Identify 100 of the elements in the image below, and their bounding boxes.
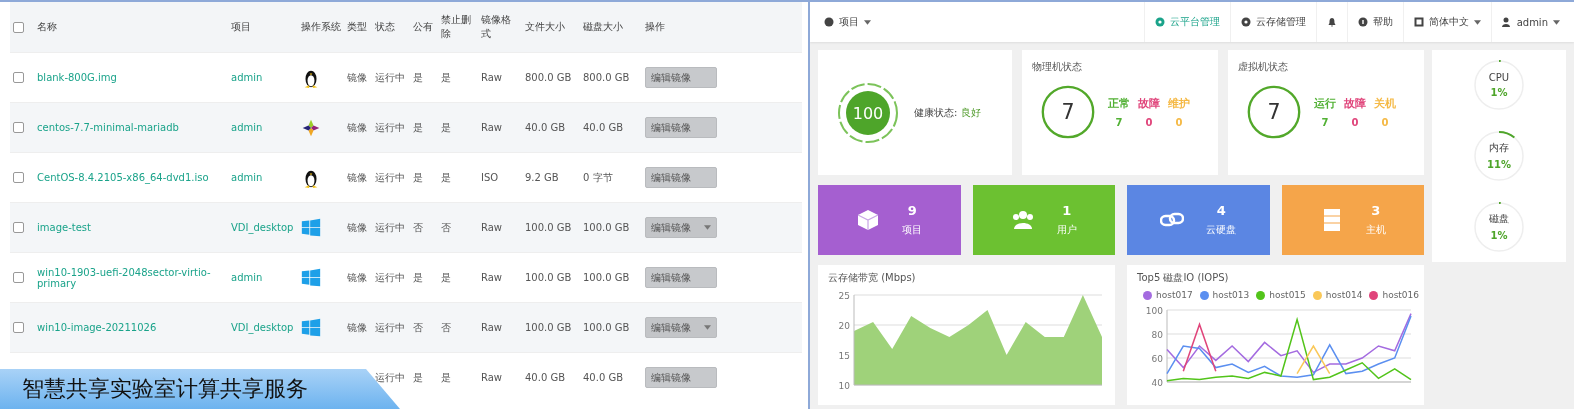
- table-cell: 镜像: [347, 71, 367, 83]
- table-cell: 9.2 GB: [525, 172, 559, 183]
- table-cell: Raw: [481, 122, 503, 133]
- nav-link[interactable]: 云平台管理: [1143, 2, 1230, 42]
- table-cell: 运行中: [375, 121, 405, 133]
- checkbox[interactable]: [13, 21, 24, 33]
- project-link[interactable]: VDI_desktop: [231, 322, 294, 333]
- table-cell: 否: [413, 221, 423, 233]
- summary-tile[interactable]: 3 主机: [1281, 185, 1424, 255]
- summary-tile[interactable]: 1 用户: [972, 185, 1115, 255]
- caret-icon: [1553, 19, 1560, 25]
- project-menu[interactable]: 项目: [814, 2, 881, 42]
- help-link[interactable]: 帮助: [1346, 2, 1403, 42]
- table-cell: 100.0 GB: [583, 272, 630, 283]
- column-header: 操作: [645, 21, 665, 32]
- axis-tick-label: 40: [1151, 377, 1163, 386]
- project-link[interactable]: admin: [231, 272, 263, 283]
- table-cell: Raw: [481, 322, 503, 333]
- image-name-link[interactable]: blank-800G.img: [37, 72, 225, 83]
- legend-label: host017: [1156, 290, 1193, 300]
- stat-label: 故障: [1344, 96, 1366, 111]
- table-cell: 镜像: [347, 171, 367, 183]
- checkbox[interactable]: [13, 172, 24, 184]
- image-name-link[interactable]: win10-1903-uefi-2048sector-virtio-primary: [37, 266, 225, 289]
- table-cell: 是: [413, 371, 423, 383]
- table-cell: 40.0 GB: [525, 122, 566, 133]
- caret-icon: [704, 325, 711, 330]
- column-header: 镜像格式: [481, 14, 511, 39]
- checkbox[interactable]: [13, 272, 24, 284]
- legend-label: host014: [1325, 290, 1363, 300]
- nav-link[interactable]: 云存储管理: [1229, 2, 1316, 42]
- axis-tick-label: 20: [838, 320, 850, 331]
- table-cell: 40.0 GB: [583, 372, 624, 383]
- help-icon: [1357, 17, 1368, 27]
- table-cell: 否: [441, 321, 451, 333]
- table-cell: 100.0 GB: [583, 222, 630, 233]
- caption-text: 智慧共享实验室计算共享服务: [22, 375, 308, 403]
- column-header: 名称: [37, 21, 57, 32]
- health-status: 健康状态: 良好: [914, 105, 981, 120]
- table-cell: 镜像: [347, 321, 367, 333]
- edit-image-button[interactable]: 编辑镜像: [645, 67, 717, 88]
- windows-icon: [301, 216, 321, 239]
- tile-label: 主机: [1365, 223, 1386, 237]
- axis-tick-label: 80: [1151, 329, 1163, 340]
- table-cell: 否: [413, 321, 423, 333]
- caret-icon: [704, 225, 711, 230]
- project-link[interactable]: admin: [231, 72, 263, 83]
- column-header: 公有: [413, 21, 433, 32]
- column-header: 类型: [347, 21, 367, 32]
- edit-image-button[interactable]: 编辑镜像: [645, 267, 717, 288]
- gauge-value: 1%: [1490, 87, 1508, 99]
- tile-value: 4: [1216, 203, 1226, 218]
- tile-label: 用户: [1056, 223, 1077, 237]
- caret-icon: [864, 19, 871, 25]
- edit-image-button[interactable]: 编辑镜像: [645, 167, 717, 188]
- table-cell: 是: [441, 171, 451, 183]
- stat-label: 运行: [1314, 96, 1336, 111]
- axis-tick-label: 10: [838, 380, 850, 391]
- users-icon: [1010, 208, 1035, 232]
- tile-label: 项目: [902, 223, 923, 237]
- windows-icon: [301, 316, 321, 339]
- column-header: 操作系统: [301, 21, 341, 32]
- project-link[interactable]: admin: [231, 172, 263, 183]
- edit-image-button[interactable]: 编辑镜像: [645, 317, 717, 338]
- stat-value: 7: [1115, 117, 1123, 128]
- checkbox[interactable]: [13, 72, 24, 84]
- stat-value: 0: [1351, 117, 1359, 128]
- table-cell: 运行中: [375, 171, 405, 183]
- user-menu[interactable]: admin: [1490, 2, 1570, 42]
- image-name-link[interactable]: CentOS-8.4.2105-x86_64-dvd1.iso: [37, 172, 225, 183]
- edit-image-button[interactable]: 编辑镜像: [645, 367, 717, 388]
- checkbox[interactable]: [13, 122, 24, 134]
- gauge-label: 磁盘: [1489, 212, 1509, 227]
- table-cell: 是: [413, 271, 423, 283]
- edit-image-button[interactable]: 编辑镜像: [645, 217, 717, 238]
- stat-label: 故障: [1138, 96, 1160, 111]
- summary-tile[interactable]: 4 云硬盘: [1127, 185, 1270, 255]
- axis-tick-label: 60: [1151, 353, 1163, 364]
- column-header: 磁盘大小: [583, 21, 623, 32]
- project-link[interactable]: admin: [231, 122, 263, 133]
- table-cell: ISO: [481, 172, 499, 183]
- card-title: 物理机状态: [1032, 60, 1083, 74]
- checkbox[interactable]: [13, 322, 24, 334]
- checkbox[interactable]: [13, 222, 24, 234]
- language-menu[interactable]: 简体中文: [1402, 2, 1491, 42]
- edit-image-button[interactable]: 编辑镜像: [645, 117, 717, 138]
- chart-title: 云存储带宽 (Mbps): [828, 271, 917, 285]
- axis-tick-label: 15: [838, 350, 850, 361]
- table-cell: 100.0 GB: [583, 322, 630, 333]
- total-gauge: 7: [1246, 84, 1302, 140]
- stat-label: 维护: [1168, 96, 1190, 111]
- table-cell: 800.0 GB: [583, 72, 630, 83]
- table-cell: Raw: [481, 72, 503, 83]
- summary-tile[interactable]: 9 项目: [818, 185, 961, 255]
- project-link[interactable]: VDI_desktop: [231, 222, 294, 233]
- tile-value: 9: [907, 203, 917, 218]
- table-cell: 0 字节: [583, 171, 613, 183]
- table-cell: 运行中: [375, 71, 405, 83]
- user-icon: [1501, 17, 1512, 27]
- chart-title: Top5 磁盘IO (IOPS): [1137, 271, 1230, 285]
